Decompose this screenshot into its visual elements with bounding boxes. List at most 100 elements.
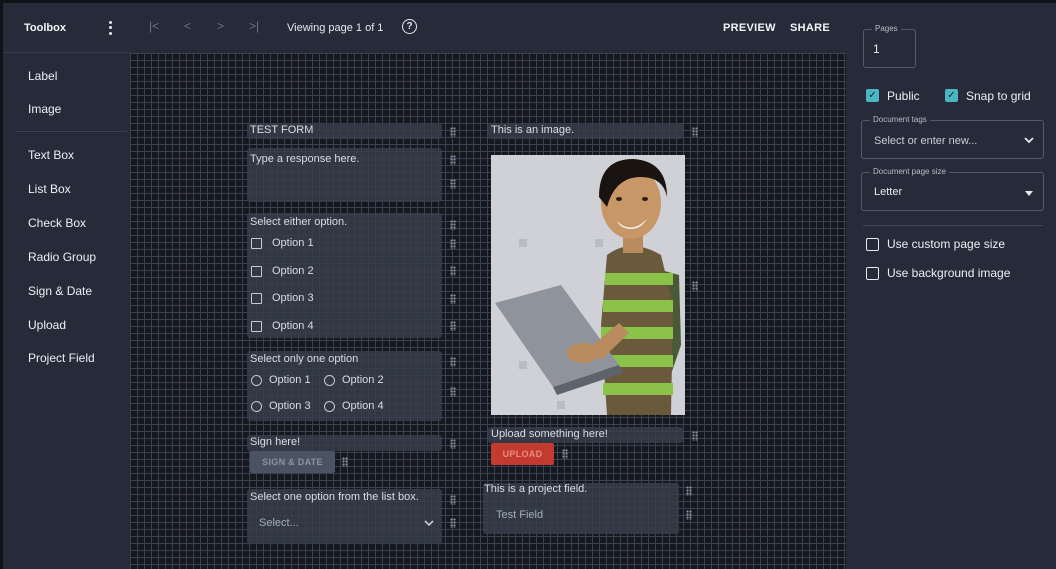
page-indicator: Viewing page 1 of 1 bbox=[287, 22, 384, 34]
custom-page-size-label: Use custom page size bbox=[887, 237, 1006, 251]
form-image[interactable] bbox=[491, 155, 685, 415]
next-page-icon[interactable]: > bbox=[217, 19, 224, 33]
drag-handle-icon[interactable] bbox=[450, 439, 456, 449]
radio-option-3-label: Option 3 bbox=[269, 400, 311, 412]
checkbox-option-3[interactable] bbox=[251, 293, 262, 304]
upload-label-field[interactable]: Upload something here! bbox=[488, 427, 683, 443]
pages-value: 1 bbox=[873, 42, 880, 56]
radio-option-1[interactable] bbox=[251, 375, 262, 386]
drag-handle-icon[interactable] bbox=[450, 294, 456, 304]
checkbox-option-4-label: Option 4 bbox=[272, 320, 314, 332]
public-checkbox[interactable]: ✓ bbox=[866, 89, 879, 102]
design-canvas[interactable]: TEST FORM Type a response here. Select e… bbox=[130, 53, 846, 569]
toolbox-sidebar: Toolbox Label Image Text Box List Box Ch… bbox=[3, 3, 130, 569]
checkbox-group-field[interactable]: Select either option. Option 1 Option 2 … bbox=[247, 213, 442, 338]
snap-to-grid-label: Snap to grid bbox=[966, 89, 1031, 103]
top-toolbar: |< < > >| Viewing page 1 of 1 ? PREVIEW … bbox=[130, 3, 846, 53]
tool-list-box[interactable]: List Box bbox=[28, 182, 71, 196]
drag-handle-icon[interactable] bbox=[450, 127, 456, 137]
preview-button[interactable]: PREVIEW bbox=[723, 22, 776, 34]
radio-group-label: Select only one option bbox=[250, 353, 359, 365]
list-box-select[interactable]: Select... bbox=[259, 517, 299, 529]
drag-handle-icon[interactable] bbox=[450, 518, 456, 528]
radio-option-2[interactable] bbox=[324, 375, 335, 386]
sign-date-button[interactable]: SIGN & DATE bbox=[250, 451, 335, 473]
tool-upload[interactable]: Upload bbox=[28, 318, 66, 332]
drag-handle-icon[interactable] bbox=[450, 387, 456, 397]
tool-sign-date[interactable]: Sign & Date bbox=[28, 284, 92, 298]
page-size-select[interactable]: Document page size Letter bbox=[861, 167, 1044, 211]
checkbox-option-2-label: Option 2 bbox=[272, 265, 314, 277]
document-tags-label: Document tags bbox=[870, 115, 930, 124]
drag-handle-icon[interactable] bbox=[450, 239, 456, 249]
checkbox-option-2[interactable] bbox=[251, 266, 262, 277]
radio-option-4[interactable] bbox=[324, 401, 335, 412]
last-page-icon[interactable]: >| bbox=[249, 19, 259, 33]
image-label: This is an image. bbox=[491, 124, 575, 136]
document-tags-placeholder: Select or enter new... bbox=[874, 135, 978, 147]
radio-option-3[interactable] bbox=[251, 401, 262, 412]
drag-handle-icon[interactable] bbox=[450, 266, 456, 276]
public-label: Public bbox=[887, 89, 920, 103]
drag-handle-icon[interactable] bbox=[692, 431, 698, 441]
more-options-icon[interactable] bbox=[104, 19, 116, 37]
share-button[interactable]: SHARE bbox=[790, 22, 830, 34]
properties-panel: Pages 1 ✓ Public ✓ Snap to grid Document… bbox=[846, 3, 1056, 569]
tool-image[interactable]: Image bbox=[28, 102, 61, 116]
drag-handle-icon[interactable] bbox=[692, 281, 698, 291]
form-title-field[interactable]: TEST FORM bbox=[247, 123, 442, 139]
drag-handle-icon[interactable] bbox=[450, 357, 456, 367]
toolbox-title: Toolbox bbox=[24, 21, 66, 34]
drag-handle-icon[interactable] bbox=[686, 486, 692, 496]
checkbox-option-1-label: Option 1 bbox=[272, 237, 314, 249]
project-field-value[interactable]: Test Field bbox=[496, 509, 543, 521]
drag-handle-icon[interactable] bbox=[562, 449, 568, 459]
page-size-value: Letter bbox=[874, 186, 903, 198]
drag-handle-icon[interactable] bbox=[450, 321, 456, 331]
caret-down-icon[interactable] bbox=[1025, 191, 1033, 196]
image-label-field[interactable]: This is an image. bbox=[488, 123, 683, 139]
project-field[interactable]: This is a project field. Test Field bbox=[483, 483, 679, 534]
tool-text-box[interactable]: Text Box bbox=[28, 148, 74, 162]
drag-handle-icon[interactable] bbox=[450, 179, 456, 189]
radio-option-1-label: Option 1 bbox=[269, 374, 311, 386]
radio-group-field[interactable]: Select only one option Option 1 Option 2… bbox=[247, 351, 442, 421]
form-builder-app: Toolbox Label Image Text Box List Box Ch… bbox=[3, 3, 1056, 569]
drag-handle-icon[interactable] bbox=[450, 155, 456, 165]
background-image-checkbox[interactable] bbox=[866, 267, 879, 280]
drag-handle-icon[interactable] bbox=[686, 510, 692, 520]
sign-label-field[interactable]: Sign here! bbox=[247, 435, 442, 451]
text-box-field[interactable]: Type a response here. bbox=[247, 148, 442, 202]
drag-handle-icon[interactable] bbox=[450, 495, 456, 505]
help-icon[interactable]: ? bbox=[402, 19, 417, 34]
project-field-label: This is a project field. bbox=[484, 483, 588, 495]
upload-label: Upload something here! bbox=[491, 428, 608, 440]
pages-label: Pages bbox=[872, 24, 901, 33]
toolbox-divider bbox=[15, 131, 127, 132]
document-tags-select[interactable]: Document tags Select or enter new... bbox=[861, 115, 1044, 159]
form-title: TEST FORM bbox=[250, 124, 314, 136]
tool-radio-group[interactable]: Radio Group bbox=[28, 250, 96, 264]
tool-check-box[interactable]: Check Box bbox=[28, 216, 86, 230]
prev-page-icon[interactable]: < bbox=[184, 19, 191, 33]
toolbox-header: Toolbox bbox=[3, 3, 130, 53]
tool-label[interactable]: Label bbox=[28, 69, 57, 83]
background-image-label: Use background image bbox=[887, 266, 1011, 280]
checkbox-option-1[interactable] bbox=[251, 238, 262, 249]
chevron-down-icon[interactable] bbox=[424, 520, 434, 527]
first-page-icon[interactable]: |< bbox=[149, 19, 159, 33]
radio-option-4-label: Option 4 bbox=[342, 400, 384, 412]
page-size-label: Document page size bbox=[870, 167, 949, 176]
drag-handle-icon[interactable] bbox=[450, 220, 456, 230]
chevron-down-icon[interactable] bbox=[1024, 137, 1034, 144]
custom-page-size-checkbox[interactable] bbox=[866, 238, 879, 251]
snap-to-grid-checkbox[interactable]: ✓ bbox=[945, 89, 958, 102]
upload-button[interactable]: UPLOAD bbox=[491, 443, 554, 465]
drag-handle-icon[interactable] bbox=[692, 127, 698, 137]
radio-option-2-label: Option 2 bbox=[342, 374, 384, 386]
list-box-field[interactable]: Select one option from the list box. Sel… bbox=[247, 489, 442, 544]
pages-field[interactable]: Pages 1 bbox=[863, 24, 916, 68]
tool-project-field[interactable]: Project Field bbox=[28, 351, 95, 365]
drag-handle-icon[interactable] bbox=[342, 457, 348, 467]
checkbox-option-4[interactable] bbox=[251, 321, 262, 332]
